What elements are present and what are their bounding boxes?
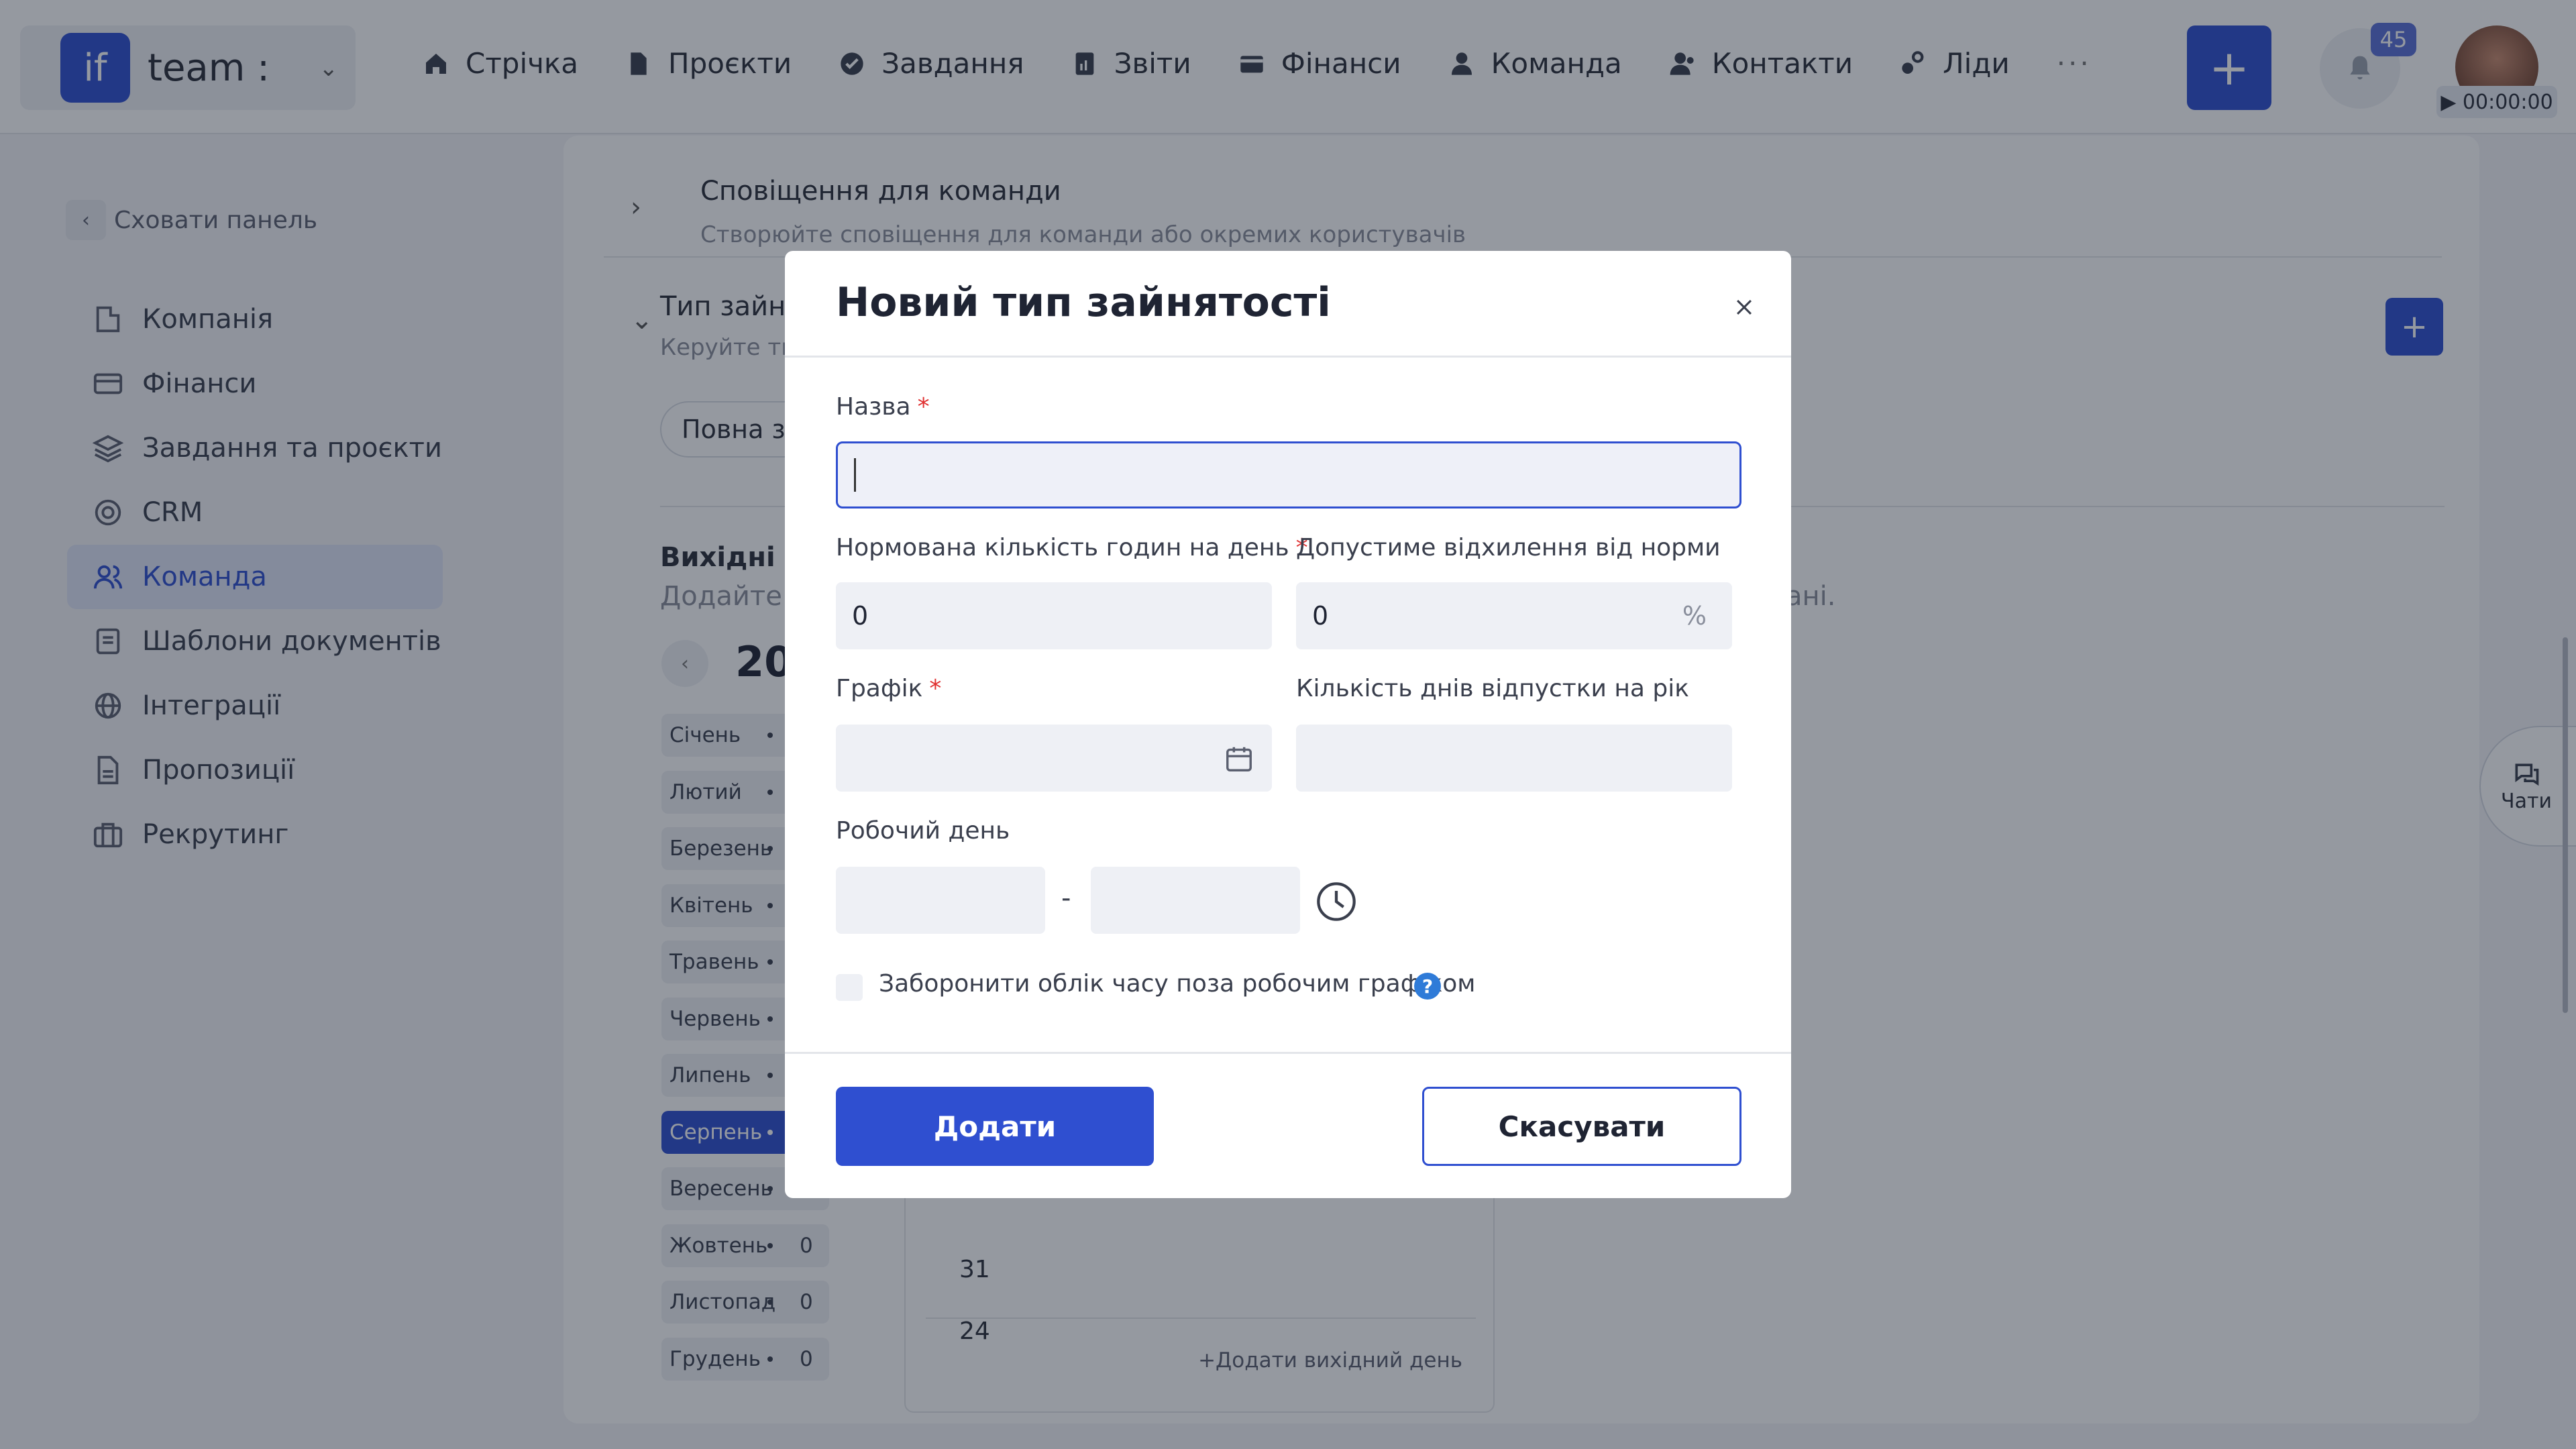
- deviation-label: Допустиме відхилення від норми: [1296, 534, 1721, 561]
- close-icon: [1736, 299, 1752, 315]
- workday-start-input[interactable]: [836, 867, 1045, 934]
- workday-end-input[interactable]: [1091, 867, 1300, 934]
- schedule-label: Графік *: [836, 675, 941, 702]
- calendar-icon: [1226, 747, 1252, 771]
- hours-per-day-input[interactable]: 0: [836, 582, 1272, 649]
- label-text: Графік: [836, 675, 923, 702]
- name-input[interactable]: [836, 441, 1741, 508]
- vacation-days-label: Кількість днів відпустки на рік: [1296, 675, 1689, 702]
- modal-title: Новий тип зайнятості: [836, 279, 1331, 326]
- required-mark: *: [929, 675, 942, 702]
- required-mark: *: [917, 393, 930, 421]
- deviation-input[interactable]: 0%: [1296, 582, 1732, 649]
- new-employment-type-modal: Новий тип зайнятості Назва * Нормована кі…: [785, 251, 1791, 1198]
- cancel-button[interactable]: Скасувати: [1422, 1087, 1741, 1166]
- hours-label: Нормована кількість годин на день *: [836, 534, 1308, 561]
- deviation-value: 0: [1312, 601, 1329, 631]
- forbid-overtime-checkbox[interactable]: [836, 974, 863, 1001]
- text-caret: [854, 458, 856, 492]
- close-button[interactable]: [1724, 287, 1764, 327]
- label-text: Назва: [836, 393, 911, 421]
- hours-value: 0: [852, 601, 869, 631]
- divider: [785, 356, 1791, 358]
- workday-label: Робочий день: [836, 817, 1010, 845]
- label-text: Нормована кількість годин на день: [836, 534, 1289, 561]
- name-label: Назва *: [836, 393, 930, 421]
- add-button[interactable]: Додати: [836, 1087, 1154, 1166]
- vacation-days-input[interactable]: [1296, 724, 1732, 792]
- schedule-date-input[interactable]: [836, 724, 1272, 792]
- percent-unit: %: [1682, 601, 1707, 631]
- clock-icon[interactable]: [1315, 880, 1358, 923]
- forbid-overtime-label: Заборонити облік часу поза робочим графі…: [879, 970, 1476, 998]
- divider: [785, 1052, 1791, 1054]
- time-separator: -: [1061, 883, 1071, 914]
- help-icon[interactable]: ?: [1414, 973, 1441, 1000]
